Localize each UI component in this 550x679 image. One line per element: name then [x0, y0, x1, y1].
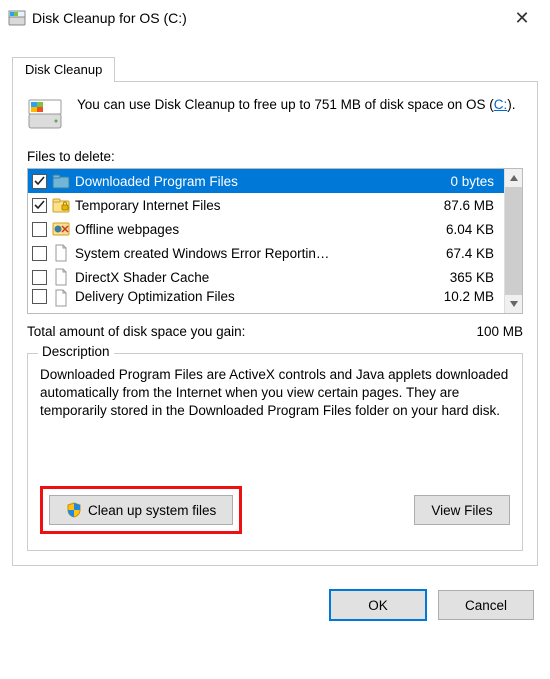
intro-pre: You can use Disk Cleanup to free up to 7…	[77, 97, 494, 112]
view-files-button[interactable]: View Files	[414, 495, 510, 525]
file-checkbox[interactable]	[32, 222, 47, 237]
tab-strip: Disk Cleanup	[12, 56, 538, 81]
files-to-delete-label: Files to delete:	[27, 149, 523, 164]
folder-dl-icon	[52, 172, 70, 190]
file-checkbox[interactable]	[32, 289, 47, 304]
ok-label: OK	[368, 598, 388, 613]
file-icon	[52, 244, 70, 262]
drive-icon-small	[8, 9, 26, 27]
intro-text: You can use Disk Cleanup to free up to 7…	[77, 96, 516, 135]
file-name: Delivery Optimization Files	[75, 289, 439, 304]
scroll-thumb[interactable]	[505, 187, 522, 295]
tab-disk-cleanup[interactable]: Disk Cleanup	[12, 57, 115, 82]
total-value: 100 MB	[476, 324, 523, 339]
file-row[interactable]: Offline webpages 6.04 KB	[28, 217, 504, 241]
file-row[interactable]: System created Windows Error Reportin… 67…	[28, 241, 504, 265]
file-size: 6.04 KB	[446, 222, 500, 237]
description-text: Downloaded Program Files are ActiveX con…	[40, 366, 510, 462]
file-name: DirectX Shader Cache	[75, 270, 445, 285]
intro-block: You can use Disk Cleanup to free up to 7…	[27, 96, 523, 135]
file-icon	[52, 268, 70, 286]
close-icon: ✕	[514, 8, 529, 29]
file-name: Downloaded Program Files	[75, 174, 445, 189]
lock-folder-icon	[52, 196, 70, 214]
file-size: 365 KB	[450, 270, 500, 285]
file-checkbox[interactable]	[32, 198, 47, 213]
file-name: System created Windows Error Reportin…	[75, 246, 441, 261]
file-checkbox[interactable]	[32, 174, 47, 189]
file-row[interactable]: Delivery Optimization Files 10.2 MB	[28, 289, 504, 309]
titlebar: Disk Cleanup for OS (C:) ✕	[0, 0, 550, 36]
file-size: 10.2 MB	[444, 289, 500, 304]
file-name: Offline webpages	[75, 222, 441, 237]
file-row[interactable]: DirectX Shader Cache 365 KB	[28, 265, 504, 289]
offline-icon	[52, 220, 70, 238]
view-files-label: View Files	[431, 503, 492, 518]
highlight-box: Clean up system files	[40, 486, 242, 534]
tab-label: Disk Cleanup	[25, 62, 102, 77]
file-row[interactable]: Downloaded Program Files 0 bytes	[28, 169, 504, 193]
file-size: 67.4 KB	[446, 246, 500, 261]
file-size: 87.6 MB	[444, 198, 500, 213]
scroll-up-button[interactable]	[505, 169, 522, 187]
drive-icon	[27, 96, 63, 135]
file-size: 0 bytes	[450, 174, 500, 189]
description-group: Description Downloaded Program Files are…	[27, 353, 523, 551]
file-list[interactable]: Downloaded Program Files 0 bytes Temporary…	[27, 168, 523, 314]
total-label: Total amount of disk space you gain:	[27, 324, 245, 339]
file-icon	[52, 289, 70, 307]
file-checkbox[interactable]	[32, 246, 47, 261]
file-name: Temporary Internet Files	[75, 198, 439, 213]
clean-system-files-button[interactable]: Clean up system files	[49, 495, 233, 525]
scrollbar[interactable]	[504, 169, 522, 313]
intro-post: ).	[507, 97, 515, 112]
drive-link[interactable]: C:	[494, 97, 508, 112]
cancel-label: Cancel	[465, 598, 507, 613]
ok-button[interactable]: OK	[330, 590, 426, 620]
cancel-button[interactable]: Cancel	[438, 590, 534, 620]
window-title: Disk Cleanup for OS (C:)	[32, 10, 502, 26]
clean-system-files-label: Clean up system files	[88, 503, 216, 518]
file-row[interactable]: Temporary Internet Files 87.6 MB	[28, 193, 504, 217]
scroll-down-button[interactable]	[505, 295, 522, 313]
close-button[interactable]: ✕	[502, 2, 542, 34]
description-legend: Description	[38, 344, 114, 359]
file-checkbox[interactable]	[32, 270, 47, 285]
shield-icon	[66, 502, 82, 518]
